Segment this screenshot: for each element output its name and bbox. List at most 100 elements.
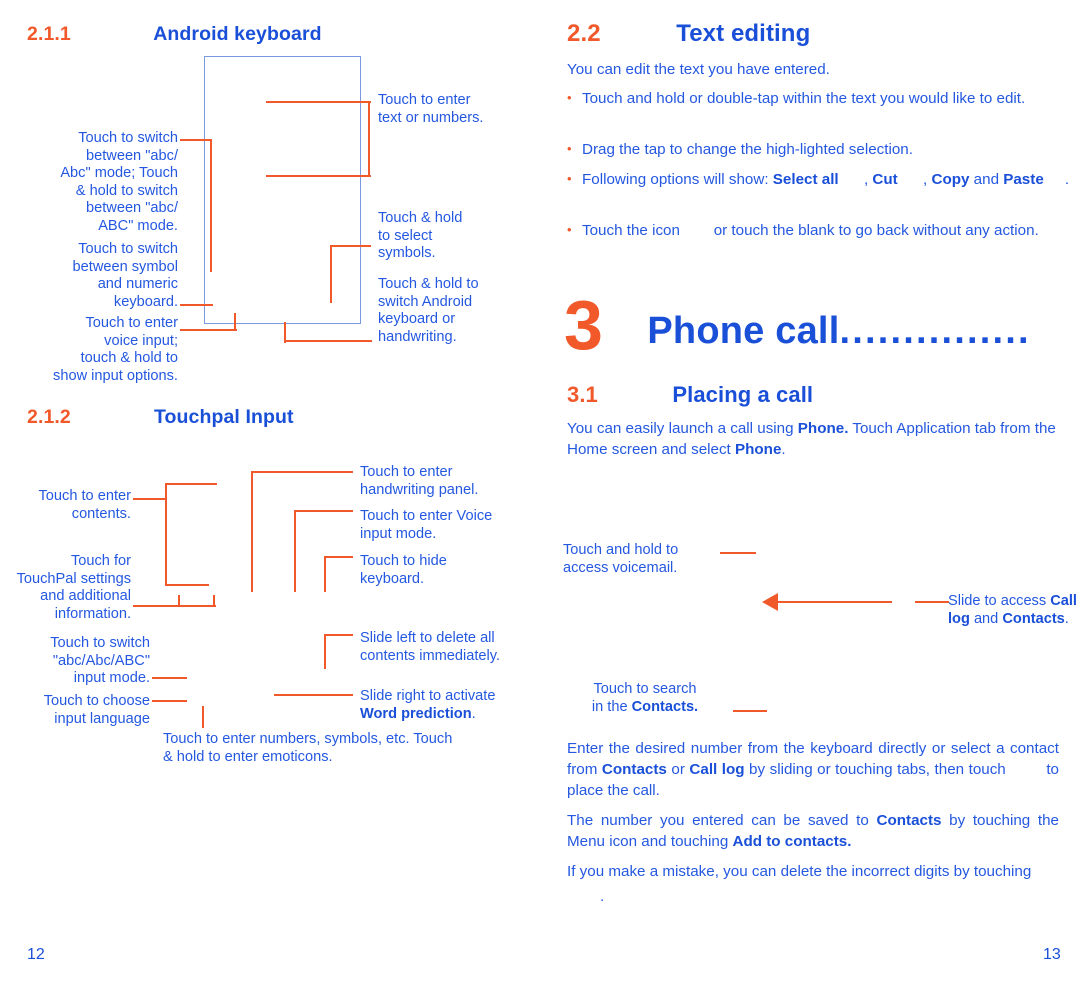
- leader-choose-language-h: [152, 700, 187, 703]
- arrow-slide-left-icon: [762, 593, 778, 611]
- leader-switch-android-h: [284, 340, 372, 343]
- leader-slide-access-arrow-shaft: [778, 601, 892, 604]
- placing-a-call-paragraph: You can easily launch a call using Phone…: [567, 418, 1059, 460]
- leader-slide-left-h: [325, 634, 353, 637]
- run-text: You can easily launch a call using: [567, 420, 798, 437]
- run-text: ,: [838, 171, 873, 188]
- leader-enter-text-bottom: [266, 175, 371, 178]
- leader-settings-foot-v1: [178, 595, 181, 607]
- callout-slide-access-call-log: Slide to access Call log and Contacts.: [948, 593, 1077, 627]
- leader-voice-mode-v: [294, 510, 297, 592]
- paragraph-make-mistake: If you make a mistake, you can delete th…: [567, 861, 1067, 882]
- leader-switch-symbol-h: [180, 304, 213, 307]
- emphasis-text: Call log: [689, 761, 745, 778]
- leader-contents-stub: [133, 498, 167, 501]
- leader-settings-foot-h: [133, 605, 216, 608]
- run-text: or: [666, 761, 690, 778]
- callout-hide-keyboard: Touch to hide keyboard.: [360, 553, 447, 587]
- callout-voice-input-mode: Touch to enter Voice input mode.: [360, 508, 493, 542]
- leader-switch-abc-v: [210, 139, 213, 272]
- left-page: 2.1.1 Android keyboard Touch to enter te…: [0, 0, 540, 990]
- paragraph-enter-number: Enter the desired number from the keyboa…: [567, 738, 1059, 801]
- chapter-title: Phone call: [647, 310, 840, 352]
- section-number: 2.1.2: [27, 406, 71, 428]
- callout-select-symbols: Touch & hold to select symbols.: [378, 210, 463, 262]
- callout-slide-left-delete: Slide left to delete all contents immedi…: [360, 630, 501, 664]
- leader-voice-input-v: [234, 313, 237, 331]
- page-number-left: 12: [27, 946, 45, 963]
- callout-access-voicemail: Touch and hold to access voicemail.: [563, 542, 679, 576]
- leader-voice-mode-h: [295, 510, 353, 513]
- run-text: Following options will show:: [582, 171, 773, 188]
- bullet-touch-icon: Touch the icon or touch the blank to go …: [567, 219, 1074, 241]
- section-title: Text editing: [676, 20, 811, 47]
- right-page: 2.2 Text editing You can edit the text y…: [540, 0, 1080, 990]
- emphasis-text: Contacts: [601, 761, 667, 778]
- emphasis-text: Select all: [772, 171, 839, 188]
- emphasis-text: Paste: [1003, 171, 1044, 188]
- emphasis-text: Cut: [872, 171, 898, 188]
- emphasis-text: Add to contacts.: [732, 833, 852, 850]
- leader-enter-text-vert: [368, 101, 371, 177]
- bullet-drag-tap: Drag the tap to change the high-lighted …: [567, 138, 1074, 160]
- run-text: .: [600, 888, 605, 905]
- leader-slide-left-v: [324, 634, 327, 669]
- section-number: 2.2: [567, 20, 601, 47]
- section-number: 3.1: [567, 382, 598, 407]
- leader-contents-top: [167, 483, 217, 486]
- text-editing-intro: You can edit the text you have entered.: [567, 61, 830, 78]
- leader-voice-input-h: [180, 329, 237, 332]
- callout-switch-android: Touch & hold to switch Android keyboard …: [378, 276, 479, 345]
- emphasis-text: Copy: [931, 171, 970, 188]
- bullet-options-show: Following options will show: Select all …: [567, 168, 1074, 190]
- callout-slide-right-word-prediction: Slide right to activate Word prediction.: [360, 688, 496, 722]
- run-text: Drag the tap to change the high-lighted …: [582, 141, 913, 158]
- section-number: 2.1.1: [27, 23, 71, 45]
- heading-2-2: 2.2 Text editing: [567, 20, 810, 48]
- run-text: .: [1043, 171, 1070, 188]
- leader-switch-mode-h: [152, 677, 187, 680]
- leader-slide-right-h: [274, 694, 353, 697]
- chapter-dot-leader: ...............: [839, 310, 1031, 352]
- leader-numbers-symbols-v: [202, 706, 205, 728]
- callout-voice-input: Touch to enter voice input; touch & hold…: [53, 315, 178, 384]
- heading-2-1-2: 2.1.2 Touchpal Input: [27, 406, 294, 429]
- run-text: and: [969, 171, 1004, 188]
- leader-settings-bottom: [167, 584, 209, 587]
- leader-enter-text-top: [266, 101, 371, 104]
- callout-enter-contents: Touch to enter contents.: [38, 488, 132, 522]
- callout-switch-abc: Touch to switch between "abc/ Abc" mode;…: [60, 130, 178, 234]
- leader-hide-keyboard-v: [324, 556, 327, 592]
- leader-search-contacts-h: [733, 710, 767, 713]
- emphasis-text: Contacts: [876, 812, 942, 829]
- chapter-3-heading: 3 Phone call...............: [564, 290, 1031, 360]
- android-keyboard-screen-outline: [204, 56, 361, 324]
- callout-switch-mode: Touch to switch "abc/Abc/ABC" input mode…: [50, 635, 150, 687]
- run-text: Touch the icon or touch the blank to go …: [582, 222, 1039, 239]
- leader-hide-keyboard-h: [325, 556, 353, 559]
- run-text: The number you entered can be saved to: [567, 812, 877, 829]
- callout-touchpal-settings: Touch for TouchPal settings and addition…: [16, 553, 131, 622]
- callout-enter-text: Touch to enter text or numbers.: [378, 92, 484, 126]
- leader-switch-abc-h: [180, 139, 212, 142]
- section-title: Placing a call: [672, 382, 814, 407]
- run-text: ,: [897, 171, 932, 188]
- manual-page-spread: 2.1.1 Android keyboard Touch to enter te…: [0, 0, 1080, 990]
- callout-choose-language: Touch to choose input language: [43, 693, 150, 727]
- leader-select-symbols-h: [330, 245, 371, 248]
- section-title: Touchpal Input: [153, 406, 294, 428]
- bullet-touch-and-hold: Touch and hold or double-tap within the …: [567, 87, 1074, 109]
- leader-handwriting-h: [253, 471, 353, 474]
- page-number-right: 13: [1043, 946, 1061, 963]
- leader-slide-access-dash: [915, 601, 949, 604]
- paragraph-save-to-contacts: The number you entered can be saved to C…: [567, 810, 1059, 852]
- section-title: Android keyboard: [153, 23, 322, 45]
- run-text: .: [781, 441, 786, 458]
- leader-settings-foot-v2: [213, 595, 216, 607]
- callout-numbers-symbols: Touch to enter numbers, symbols, etc. To…: [163, 731, 453, 765]
- heading-3-1: 3.1 Placing a call: [567, 382, 813, 408]
- leader-select-symbols-v: [330, 245, 333, 303]
- callout-handwriting-panel: Touch to enter handwriting panel.: [360, 464, 479, 498]
- callout-search-contacts: Touch to search in the Contacts.: [591, 681, 699, 715]
- paragraph-trailing-period: .: [600, 886, 1000, 907]
